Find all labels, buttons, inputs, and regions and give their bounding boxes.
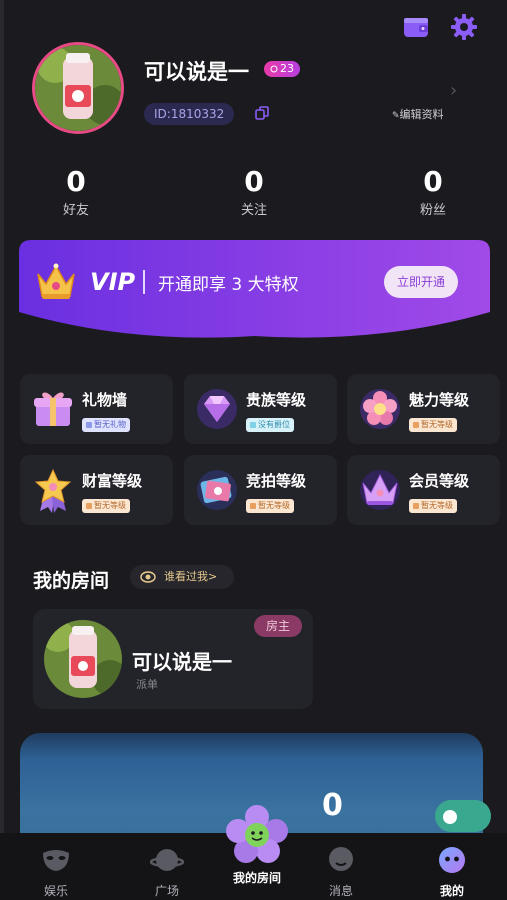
feature-badge-label: 暂无等级	[421, 420, 453, 429]
planet-icon	[149, 849, 185, 871]
auction-card-icon	[197, 470, 237, 510]
diamond-icon	[197, 389, 237, 429]
crown-icon	[360, 470, 400, 510]
feature-card-noble-level[interactable]: 贵族等级 没有爵位	[184, 374, 337, 444]
tab-label: 消息	[328, 884, 353, 898]
room-name: 可以说是一	[132, 650, 232, 674]
feature-title: 魅力等级	[409, 391, 470, 409]
vip-subtitle: 开通即享 3 大特权	[158, 275, 299, 295]
stat-value: 0	[66, 165, 86, 198]
feature-title: 礼物墙	[82, 391, 128, 409]
tab-label: 我的房间	[232, 871, 281, 885]
level-badge: 23	[264, 61, 300, 77]
owner-badge: 房主	[254, 615, 302, 637]
stat-friends[interactable]: 0 好友	[36, 165, 116, 218]
feature-badge: 暂无等级	[409, 499, 457, 513]
feature-card-auction-level[interactable]: 竞拍等级 暂无等级	[184, 455, 337, 525]
my-room-title: 我的房间	[33, 570, 110, 592]
feature-card-wealth-level[interactable]: 财富等级 暂无等级	[20, 455, 173, 525]
badge-dot-icon	[86, 503, 92, 509]
banner-value: 0	[322, 788, 343, 823]
feature-badge: 暂无等级	[409, 418, 457, 432]
edit-profile-label: 编辑资料	[399, 108, 444, 121]
mask-icon	[43, 850, 69, 871]
eye-icon	[140, 571, 156, 583]
feature-title: 竞拍等级	[246, 472, 307, 490]
stat-value: 0	[244, 165, 264, 198]
badge-dot-icon	[250, 422, 256, 428]
room-avatar-image	[44, 620, 122, 698]
feature-title: 财富等级	[82, 472, 143, 490]
flower-icon	[360, 389, 400, 429]
feature-badge-label: 暂无等级	[258, 501, 290, 510]
chat-bubble-icon	[329, 847, 353, 871]
pencil-icon: ✎	[392, 111, 400, 121]
feature-badge: 暂无等级	[246, 499, 294, 513]
user-id: ID:1810332	[144, 103, 235, 125]
settings-gear-icon[interactable]	[449, 12, 479, 42]
level-chat-icon	[270, 65, 278, 73]
toggle-knob	[443, 810, 457, 824]
feature-card-gift-wall[interactable]: 礼物墙 暂无礼物	[20, 374, 173, 444]
room-type: 派单	[136, 678, 158, 691]
vip-title: VIP	[90, 268, 136, 296]
tab-label: 广场	[154, 884, 179, 898]
tab-square[interactable]: 广场	[132, 833, 202, 899]
flower-mascot-icon	[226, 805, 288, 863]
window-edge	[0, 0, 4, 900]
vip-open-button[interactable]: 立即开通	[384, 266, 458, 298]
badge-dot-icon	[86, 422, 92, 428]
who-viewed-me-button[interactable]: 谁看过我>	[130, 565, 234, 589]
vip-divider	[143, 270, 145, 294]
tab-label: 娱乐	[43, 884, 68, 898]
feature-badge: 暂无礼物	[82, 418, 130, 432]
tab-entertainment[interactable]: 娱乐	[21, 833, 91, 899]
stat-following[interactable]: 0 关注	[214, 165, 294, 218]
feature-card-charm-level[interactable]: 魅力等级 暂无等级	[347, 374, 500, 444]
badge-dot-icon	[250, 503, 256, 509]
avatar[interactable]	[32, 42, 124, 134]
copy-icon[interactable]	[255, 106, 269, 120]
level-value: 23	[280, 62, 294, 75]
room-avatar	[44, 620, 122, 698]
feature-badge: 暂无等级	[82, 499, 130, 513]
feature-badge-label: 暂无礼物	[94, 420, 126, 429]
avatar-image	[35, 45, 121, 131]
user-name: 可以说是一	[144, 60, 249, 84]
crown-vip-icon	[37, 263, 75, 299]
tab-mine[interactable]: 我的	[417, 833, 487, 899]
feature-badge-label: 暂无等级	[421, 501, 453, 510]
tab-messages[interactable]: 消息	[306, 833, 376, 899]
face-icon	[439, 847, 465, 873]
top-actions	[401, 12, 479, 42]
feature-card-member-level[interactable]: 会员等级 暂无等级	[347, 455, 500, 525]
stat-label: 粉丝	[419, 203, 446, 218]
gift-box-icon	[34, 392, 72, 426]
edit-profile-link[interactable]: ✎编辑资料	[392, 106, 444, 122]
stat-label: 好友	[62, 203, 89, 218]
stat-value: 0	[423, 165, 443, 198]
feature-title: 会员等级	[409, 472, 470, 490]
stat-label: 关注	[240, 203, 267, 218]
tab-label: 我的	[439, 884, 464, 898]
tab-my-room[interactable]: 我的房间	[221, 805, 293, 886]
wallet-icon[interactable]	[401, 12, 431, 42]
who-viewed-me-label: 谁看过我>	[164, 570, 218, 583]
chevron-right-icon[interactable]: ›	[450, 80, 457, 101]
badge-dot-icon	[413, 422, 419, 428]
star-medal-icon	[34, 468, 72, 513]
badge-dot-icon	[413, 503, 419, 509]
float-toggle[interactable]	[435, 800, 491, 832]
profile-screen: 可以说是一 23 ID:1810332 ✎编辑资料 › 0 好友 0 关注 0 …	[0, 0, 507, 900]
stat-fans[interactable]: 0 粉丝	[393, 165, 473, 218]
feature-badge-label: 没有爵位	[258, 420, 290, 429]
feature-badge-label: 暂无等级	[94, 501, 126, 510]
feature-badge: 没有爵位	[246, 418, 294, 432]
feature-title: 贵族等级	[246, 391, 307, 409]
